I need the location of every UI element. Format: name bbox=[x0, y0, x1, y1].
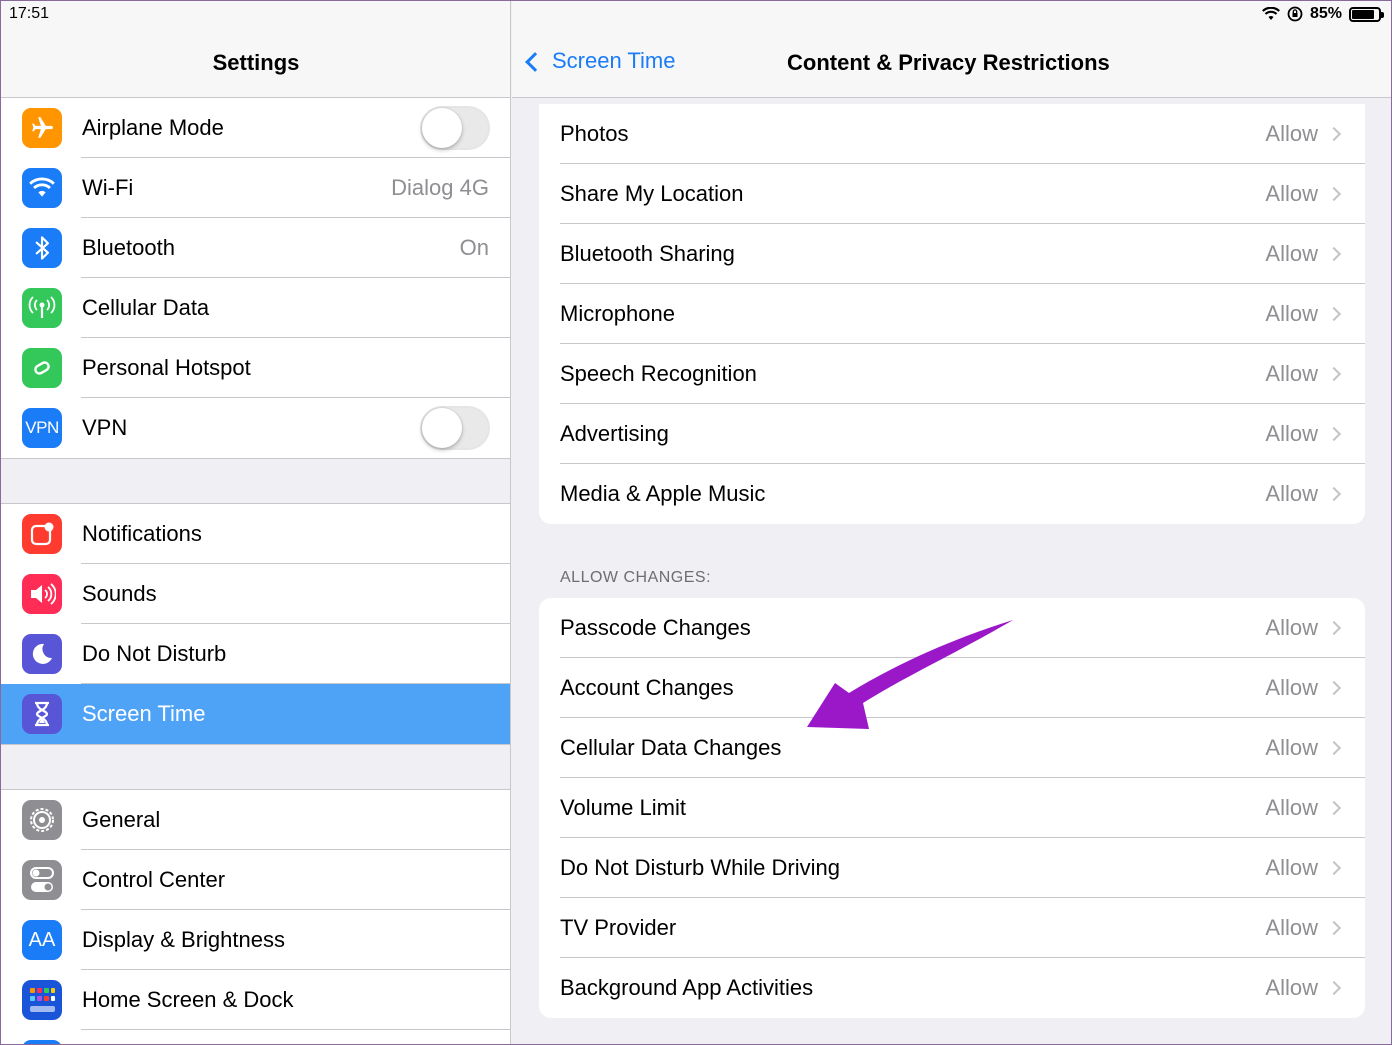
battery-percent: 85% bbox=[1309, 5, 1342, 22]
wifi-status-icon bbox=[1262, 7, 1280, 20]
status-time: 17:51 bbox=[9, 5, 50, 22]
ipad-screen: Settings Airplane Mode Wi-Fi Dialog 4G Blue… bbox=[0, 0, 1392, 1045]
battery-level bbox=[1352, 9, 1375, 19]
annotation-arrow bbox=[807, 620, 1013, 729]
arrow-shape bbox=[807, 620, 1013, 729]
status-indicators: 85% bbox=[1262, 5, 1384, 23]
battery-icon bbox=[1349, 6, 1384, 22]
orientation-lock-icon bbox=[1287, 6, 1303, 22]
